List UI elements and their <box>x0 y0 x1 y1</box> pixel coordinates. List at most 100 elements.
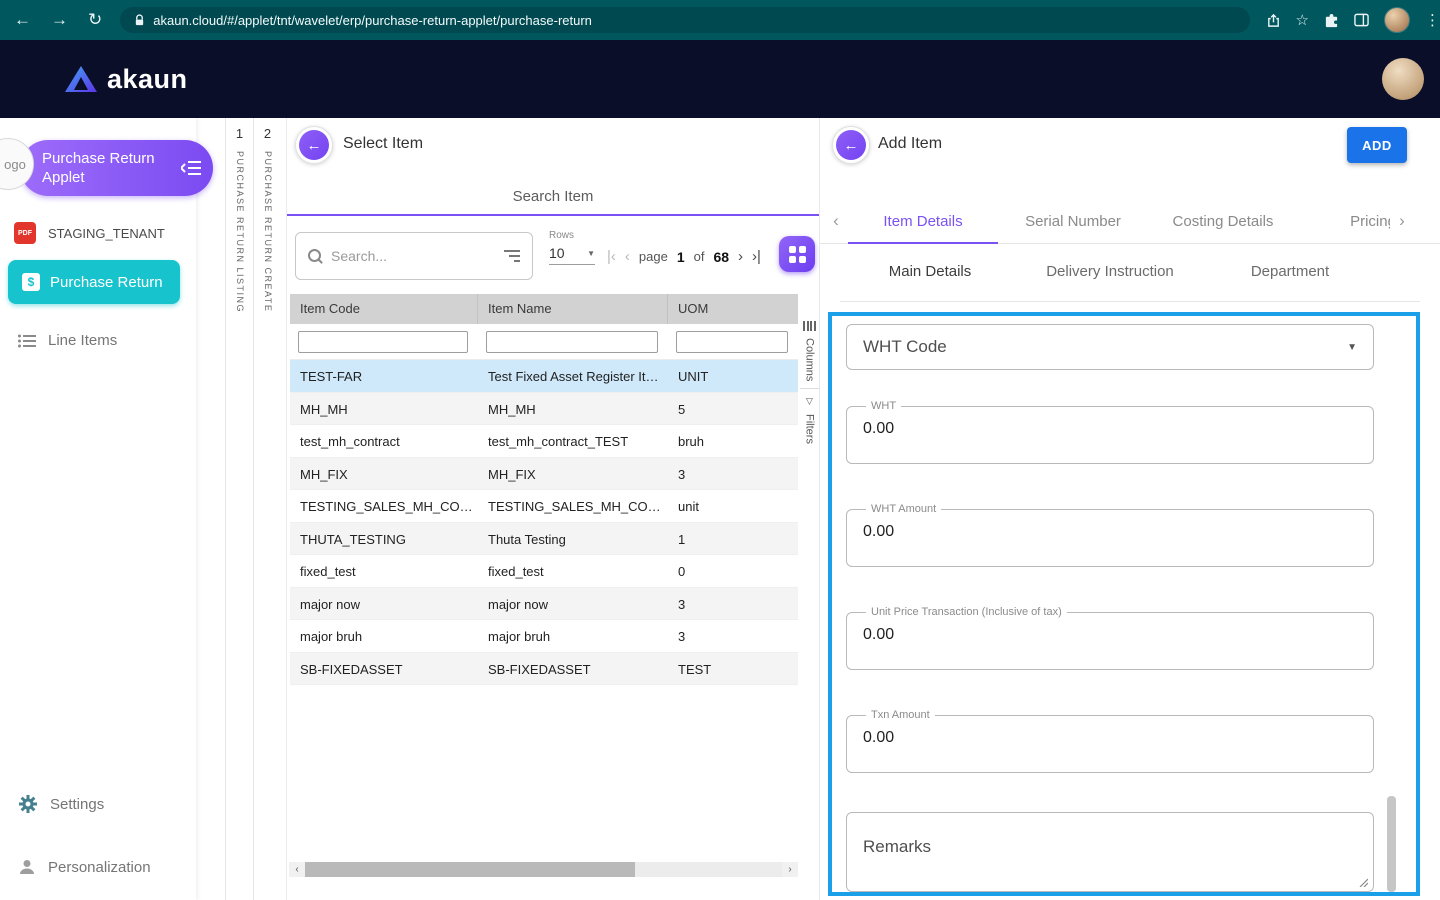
side-panel-icon[interactable] <box>1354 13 1369 27</box>
header-item-name[interactable]: Item Name <box>478 294 668 324</box>
table-cell: THUTA_TESTING <box>290 523 478 555</box>
tabs-chevron-right-icon[interactable]: › <box>1390 211 1414 231</box>
field-label: WHT <box>866 400 901 412</box>
tenant-name: STAGING_TENANT <box>48 226 165 241</box>
table-cell: Test Fixed Asset Register Item C... <box>478 360 668 392</box>
table-row[interactable]: fixed_testfixed_test0 <box>290 555 798 588</box>
table-cell: major now <box>478 588 668 620</box>
filter-input-item-name[interactable] <box>486 331 658 353</box>
sidebar-item-line-items[interactable]: Line Items <box>18 332 117 349</box>
url-bar[interactable]: akaun.cloud/#/applet/tnt/wavelet/erp/pur… <box>120 7 1249 33</box>
grid-view-button[interactable] <box>779 236 815 272</box>
scroll-right-icon[interactable]: › <box>782 862 798 877</box>
table-filter-row <box>290 324 798 360</box>
table-row[interactable]: test_mh_contracttest_mh_contract_TESTbru… <box>290 425 798 458</box>
tab-serial-number[interactable]: Serial Number <box>998 202 1148 244</box>
collapse-menu-icon[interactable] <box>181 160 201 176</box>
sidebar-item-personalization[interactable]: Personalization <box>18 858 151 876</box>
forward-icon[interactable]: → <box>51 10 68 30</box>
filter-input-item-code[interactable] <box>298 331 468 353</box>
tab-item-details[interactable]: Item Details <box>848 202 998 244</box>
prev-page-icon[interactable]: ‹ <box>625 248 630 265</box>
back-arrow-icon: ← <box>844 137 859 154</box>
resize-handle-icon[interactable] <box>1358 877 1368 887</box>
header-item-code[interactable]: Item Code <box>290 294 478 324</box>
add-button[interactable]: ADD <box>1347 127 1407 163</box>
search-input[interactable] <box>331 248 495 264</box>
scrollbar-thumb[interactable] <box>305 862 635 877</box>
funnel-icon: ▽ <box>806 396 813 407</box>
browser-profile-avatar[interactable] <box>1384 7 1410 33</box>
back-button[interactable]: ← <box>832 126 870 164</box>
applet-banner: Purchase Return Applet <box>20 140 213 196</box>
wht-amount-field[interactable]: WHT Amount 0.00 <box>846 503 1374 567</box>
txn-amount-field[interactable]: Txn Amount 0.00 <box>846 709 1374 773</box>
remarks-textarea[interactable]: Remarks <box>846 812 1374 892</box>
subtab-department[interactable]: Department <box>1200 244 1380 301</box>
bookmark-star-icon[interactable]: ☆ <box>1296 11 1309 29</box>
table-controls: Rows 10 ▼ |‹ ‹ page 1 of 68 › ›| <box>287 226 819 290</box>
last-page-icon[interactable]: ›| <box>752 248 761 265</box>
table-row[interactable]: MH_MHMH_MH5 <box>290 393 798 426</box>
lock-icon <box>134 14 145 27</box>
document-icon: $ <box>22 273 40 291</box>
table-cell: 1 <box>668 523 798 555</box>
table-cell: 3 <box>668 588 798 620</box>
personalization-label: Personalization <box>48 859 151 876</box>
table-cell: major now <box>290 588 478 620</box>
brand: akaun <box>64 64 188 95</box>
rows-per-page-select[interactable]: Rows 10 ▼ <box>549 230 595 265</box>
back-button[interactable]: ← <box>295 126 333 164</box>
subtab-main-details[interactable]: Main Details <box>840 244 1020 301</box>
rows-value: 10 <box>549 245 565 261</box>
next-page-icon[interactable]: › <box>738 248 743 265</box>
table-cell: unit <box>668 490 798 522</box>
extensions-icon[interactable] <box>1324 13 1339 28</box>
tab-search-item[interactable]: Search Item <box>513 180 594 205</box>
table-row[interactable]: THUTA_TESTINGThuta Testing1 <box>290 523 798 556</box>
vertical-scrollbar-thumb[interactable] <box>1387 796 1396 892</box>
subtab-delivery-instruction[interactable]: Delivery Instruction <box>1020 244 1200 301</box>
table-row[interactable]: SB-FIXEDASSETSB-FIXEDASSETTEST <box>290 653 798 686</box>
share-icon[interactable] <box>1266 13 1281 28</box>
field-label: Txn Amount <box>866 709 935 721</box>
wht-code-select[interactable]: WHT Code ▼ <box>846 324 1374 370</box>
pagination: |‹ ‹ page 1 of 68 › ›| <box>607 248 761 265</box>
browser-menu-icon[interactable]: ⋮ <box>1425 11 1440 29</box>
table-row[interactable]: MH_FIXMH_FIX3 <box>290 458 798 491</box>
detail-tabs-row: ‹ Item Details Serial Number Costing Det… <box>820 202 1440 244</box>
sidebar-item-purchase-return[interactable]: $ Purchase Return <box>8 260 180 304</box>
table-row[interactable]: TEST-FARTest Fixed Asset Register Item C… <box>290 360 798 393</box>
sidebar: Purchase Return Applet ogo PDF STAGING_T… <box>0 118 196 900</box>
back-icon[interactable]: ← <box>14 10 31 30</box>
sidebar-item-settings[interactable]: Settings <box>18 794 104 814</box>
line-items-label: Line Items <box>48 332 117 349</box>
columns-tool[interactable]: Columns <box>800 314 819 388</box>
vertical-tab-purchase-return-create[interactable]: 2 PURCHASE RETURN CREATE <box>253 118 281 900</box>
table-row[interactable]: major nowmajor now3 <box>290 588 798 621</box>
unit-price-field[interactable]: Unit Price Transaction (Inclusive of tax… <box>846 606 1374 670</box>
tabs-chevron-left-icon[interactable]: ‹ <box>824 211 848 231</box>
user-avatar[interactable] <box>1382 58 1424 100</box>
vertical-tab-purchase-return-listing[interactable]: 1 PURCHASE RETURN LISTING <box>225 118 253 900</box>
url-text: akaun.cloud/#/applet/tnt/wavelet/erp/pur… <box>153 13 592 28</box>
scroll-left-icon[interactable]: ‹ <box>289 862 305 877</box>
table-cell: 3 <box>668 458 798 490</box>
reload-icon[interactable]: ↻ <box>88 10 102 30</box>
tab-pricing[interactable]: Pricing <box>1298 202 1393 244</box>
wht-field[interactable]: WHT 0.00 <box>846 400 1374 464</box>
highlighted-form-area: WHT Code ▼ WHT 0.00 WHT Amount 0.00 Unit… <box>828 312 1420 896</box>
filter-input-uom[interactable] <box>676 331 788 353</box>
header-uom[interactable]: UOM <box>668 294 798 324</box>
table-cell: TESTING_SALES_MH_CONTRACT <box>478 490 668 522</box>
table-cell: SB-FIXEDASSET <box>290 653 478 685</box>
filter-sort-icon[interactable] <box>504 247 520 265</box>
table-row[interactable]: major bruhmajor bruh3 <box>290 620 798 653</box>
filters-tool[interactable]: ▽ Filters <box>800 388 819 451</box>
first-page-icon[interactable]: |‹ <box>607 248 616 265</box>
txn-amount-value: 0.00 <box>861 721 1359 747</box>
search-icon <box>308 249 322 263</box>
tab-costing-details[interactable]: Costing Details <box>1148 202 1298 244</box>
table-row[interactable]: TESTING_SALES_MH_CONTRACTTESTING_SALES_M… <box>290 490 798 523</box>
select-item-panel: ← Select Item Search Item Rows 10 ▼ |‹ ‹… <box>287 118 820 900</box>
